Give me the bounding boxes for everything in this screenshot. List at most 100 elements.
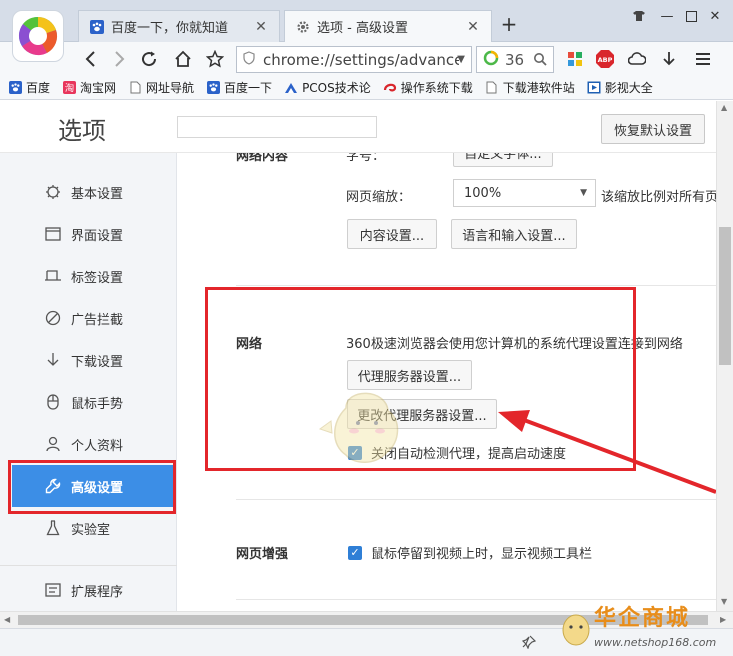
sidebar-item-mouse[interactable]: 鼠标手势 — [0, 381, 177, 423]
sidebar-item-profile[interactable]: 个人资料 — [0, 423, 177, 465]
download-icon[interactable] — [658, 48, 680, 70]
bookmark-item[interactable]: 影视大全 — [587, 79, 653, 96]
chevron-down-icon[interactable]: ▼ — [457, 54, 465, 65]
reset-defaults-button[interactable]: 恢复默认设置 — [601, 114, 705, 144]
star-icon[interactable] — [204, 48, 226, 70]
bookmark-item[interactable]: 网址导航 — [128, 79, 194, 96]
baidu-paw-icon — [8, 81, 22, 95]
bookmark-item[interactable]: 百度 — [8, 79, 50, 96]
search-icon[interactable] — [533, 52, 547, 70]
bookmark-item[interactable]: 淘 淘宝网 — [62, 79, 116, 96]
shirt-icon[interactable] — [628, 6, 650, 26]
video-toolbar-label: 鼠标停留到视频上时，显示视频工具栏 — [371, 547, 593, 562]
bookmark-item[interactable]: 操作系统下载 — [383, 79, 473, 96]
new-tab-button[interactable]: + — [499, 12, 519, 36]
pin-icon[interactable] — [521, 635, 537, 653]
gear-icon — [44, 183, 62, 201]
sidebar-item-interface[interactable]: 界面设置 — [0, 213, 177, 255]
tab-icon — [44, 267, 62, 285]
home-button[interactable] — [172, 48, 194, 70]
section-divider — [236, 599, 716, 600]
language-settings-button[interactable]: 语言和输入设置... — [451, 219, 577, 249]
sidebar-item-label: 标签设置 — [71, 270, 124, 286]
horizontal-scrollbar[interactable]: ◀ ▶ — [0, 611, 733, 628]
page-title: 选项 — [58, 117, 106, 145]
apps-icon[interactable] — [564, 48, 586, 70]
sidebar-item-basic[interactable]: 基本设置 — [0, 171, 177, 213]
bookmark-item[interactable]: 下载港软件站 — [485, 79, 575, 96]
sidebar-item-extensions[interactable]: 扩展程序 — [0, 569, 177, 611]
scroll-left-icon[interactable]: ◀ — [4, 615, 10, 624]
settings-page: 选项 恢复默认设置 基本设置 界面设置 标签设置 广告拦截 下载设置 鼠标手势 — [0, 101, 716, 611]
sidebar-item-tabs[interactable]: 标签设置 — [0, 255, 177, 297]
sidebar-item-label: 基本设置 — [71, 186, 124, 202]
title-bar: 百度一下，你就知道 ✕ 选项 - 高级设置 ✕ + — ✕ — [0, 0, 733, 42]
status-bar — [0, 628, 733, 656]
section-divider — [236, 499, 716, 500]
page-icon — [128, 81, 142, 95]
svg-text:ABP: ABP — [598, 56, 613, 64]
scroll-down-icon[interactable]: ▼ — [721, 597, 727, 606]
mouse-icon — [44, 393, 62, 411]
close-icon[interactable]: ✕ — [253, 19, 269, 35]
baidu-paw-icon — [89, 19, 105, 35]
search-engine-icon — [483, 50, 499, 70]
address-bar[interactable]: chrome://settings/advanced ▼ — [236, 46, 472, 73]
sidebar-item-download[interactable]: 下载设置 — [0, 339, 177, 381]
scroll-right-icon[interactable]: ▶ — [720, 615, 726, 624]
zoom-label: 网页缩放： — [346, 190, 412, 205]
maximize-button[interactable] — [680, 6, 702, 26]
scrollbar-thumb[interactable] — [18, 615, 708, 625]
reload-button[interactable] — [138, 48, 160, 70]
window-icon — [44, 225, 62, 243]
gear-icon — [295, 19, 311, 35]
checkmark-icon: ✓ — [348, 545, 362, 560]
search-box[interactable]: 36 — [476, 46, 554, 73]
close-window-button[interactable]: ✕ — [704, 6, 726, 26]
scroll-up-icon[interactable]: ▲ — [721, 103, 727, 112]
sidebar-item-label: 界面设置 — [71, 228, 124, 244]
zoom-value: 100% — [464, 185, 502, 201]
flask-icon — [44, 519, 62, 537]
sidebar-item-label: 鼠标手势 — [71, 396, 124, 412]
cloud-icon[interactable] — [626, 48, 648, 70]
sidebar-item-label: 扩展程序 — [71, 584, 124, 600]
back-button[interactable] — [80, 48, 102, 70]
zoom-note: 该缩放比例对所有页 — [601, 190, 716, 205]
tab-settings[interactable]: 选项 - 高级设置 ✕ — [284, 10, 492, 42]
tab-baidu[interactable]: 百度一下，你就知道 ✕ — [78, 10, 280, 42]
svg-text:淘: 淘 — [64, 82, 73, 94]
bookmark-item[interactable]: PCOS技术论 — [284, 79, 371, 96]
zoom-select[interactable]: 100% ▼ — [453, 179, 596, 207]
swirl-icon — [383, 81, 397, 95]
menu-icon[interactable] — [692, 48, 714, 70]
bookmarks-bar: 百度 淘 淘宝网 网址导航 百度一下 PCOS技术论 操作系统下载 下载港软件站… — [0, 76, 733, 100]
bookmark-label: 百度一下 — [224, 81, 273, 95]
section-label-page-enhance: 网页增强 — [236, 547, 289, 562]
section-divider — [236, 285, 716, 286]
bookmark-item[interactable]: 百度一下 — [206, 79, 272, 96]
video-toolbar-checkbox[interactable]: ✓ 鼠标停留到视频上时，显示视频工具栏 — [348, 543, 592, 562]
settings-sidebar: 基本设置 界面设置 标签设置 广告拦截 下载设置 鼠标手势 个人资料 高级设置 — [0, 153, 177, 611]
scrollbar-thumb[interactable] — [719, 227, 731, 365]
baidu-paw-icon — [206, 81, 220, 95]
minimize-button[interactable]: — — [656, 6, 678, 26]
search-count: 36 — [505, 50, 525, 69]
sidebar-item-adblock[interactable]: 广告拦截 — [0, 297, 177, 339]
close-icon[interactable]: ✕ — [465, 19, 481, 35]
settings-header: 选项 恢复默认设置 — [0, 101, 716, 153]
vertical-scrollbar[interactable]: ▲ ▼ — [716, 101, 733, 611]
adblock-icon[interactable]: ABP — [594, 48, 616, 70]
bookmark-label: 网址导航 — [146, 81, 195, 95]
settings-search-input[interactable] — [177, 116, 377, 138]
content-settings-button[interactable]: 内容设置... — [347, 219, 437, 249]
tab-title: 选项 - 高级设置 — [317, 21, 408, 36]
film-icon — [587, 81, 601, 95]
bookmark-label: 百度 — [26, 81, 51, 95]
pcos-icon — [284, 81, 298, 95]
address-url: chrome://settings/advanced — [263, 50, 459, 69]
forward-button[interactable] — [108, 48, 130, 70]
bookmark-label: 淘宝网 — [80, 81, 117, 95]
download-icon — [44, 351, 62, 369]
browser-toolbar: chrome://settings/advanced ▼ 36 ABP — [0, 42, 733, 76]
